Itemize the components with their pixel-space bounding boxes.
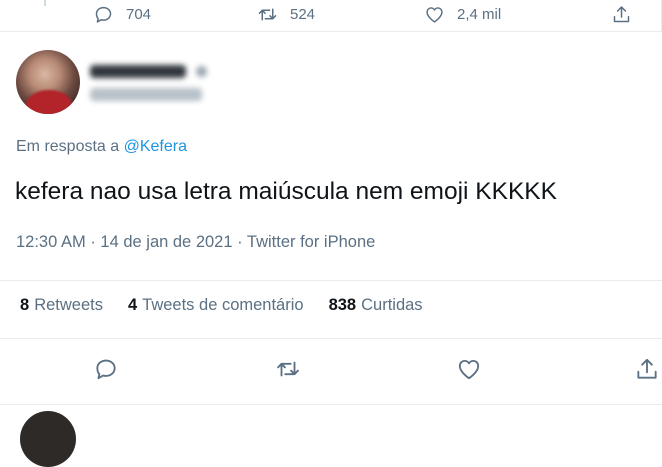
share-icon [613, 6, 630, 23]
previous-like-count: 2,4 mil [457, 6, 502, 23]
thread-line [44, 0, 46, 6]
reply-handle-link[interactable]: @Kefera [124, 138, 187, 155]
previous-reply-count: 704 [126, 6, 152, 23]
heart-icon [426, 7, 443, 23]
likes-label: Curtidas [361, 296, 423, 314]
avatar[interactable] [16, 50, 80, 114]
tweet-stats: 8 Retweets 4 Tweets de comentário 838 Curti… [20, 296, 448, 315]
previous-tweet-actions: 704 524 2,4 mil [0, 0, 662, 32]
retweets-stat[interactable]: 8 Retweets [20, 296, 103, 315]
previous-retweet-count: 524 [290, 6, 316, 23]
tweet-metadata: 12:30 AM · 14 de jan de 2021 · Twitter f… [16, 233, 375, 252]
retweets-count: 8 [20, 296, 30, 314]
divider [0, 338, 662, 339]
tweet-source[interactable]: Twitter for iPhone [247, 233, 375, 251]
retweets-label: Retweets [34, 296, 103, 314]
separator: · [237, 233, 243, 251]
previous-reply-button[interactable]: 704 [93, 4, 151, 25]
divider [0, 280, 662, 281]
tweet-text: kefera nao usa letra maiúscula nem emoji… [15, 178, 557, 205]
quote-tweets-stat[interactable]: 4 Tweets de comentário [128, 296, 304, 315]
likes-count: 838 [328, 296, 357, 314]
reply-button[interactable] [93, 356, 119, 382]
separator: · [90, 233, 96, 251]
like-button[interactable] [456, 356, 482, 382]
previous-share-button[interactable] [611, 4, 632, 25]
likes-stat[interactable]: 838 Curtidas [329, 296, 423, 315]
tweet-actions [0, 356, 662, 388]
tweet-date[interactable]: 14 de jan de 2021 [100, 233, 232, 251]
share-button[interactable] [634, 356, 660, 382]
retweet-button[interactable] [275, 356, 301, 382]
tweet-time[interactable]: 12:30 AM [16, 233, 86, 251]
next-tweet-avatar[interactable] [20, 411, 76, 467]
author-name-blurred[interactable] [90, 62, 215, 80]
share-icon [637, 358, 657, 379]
previous-like-button[interactable]: 2,4 mil [424, 4, 501, 25]
retweet-icon [277, 361, 299, 377]
author-handle-blurred[interactable] [90, 88, 202, 101]
retweet-icon [258, 8, 277, 21]
quote-tweets-label: Tweets de comentário [142, 296, 304, 314]
reply-context: Em resposta a @Kefera [16, 138, 187, 156]
quote-tweets-count: 4 [127, 296, 138, 314]
divider [0, 404, 662, 405]
reply-icon [96, 359, 116, 380]
heart-icon [458, 359, 480, 380]
previous-retweet-button[interactable]: 524 [257, 4, 315, 25]
reply-icon [95, 6, 112, 23]
reply-prefix: Em resposta a [16, 138, 120, 155]
